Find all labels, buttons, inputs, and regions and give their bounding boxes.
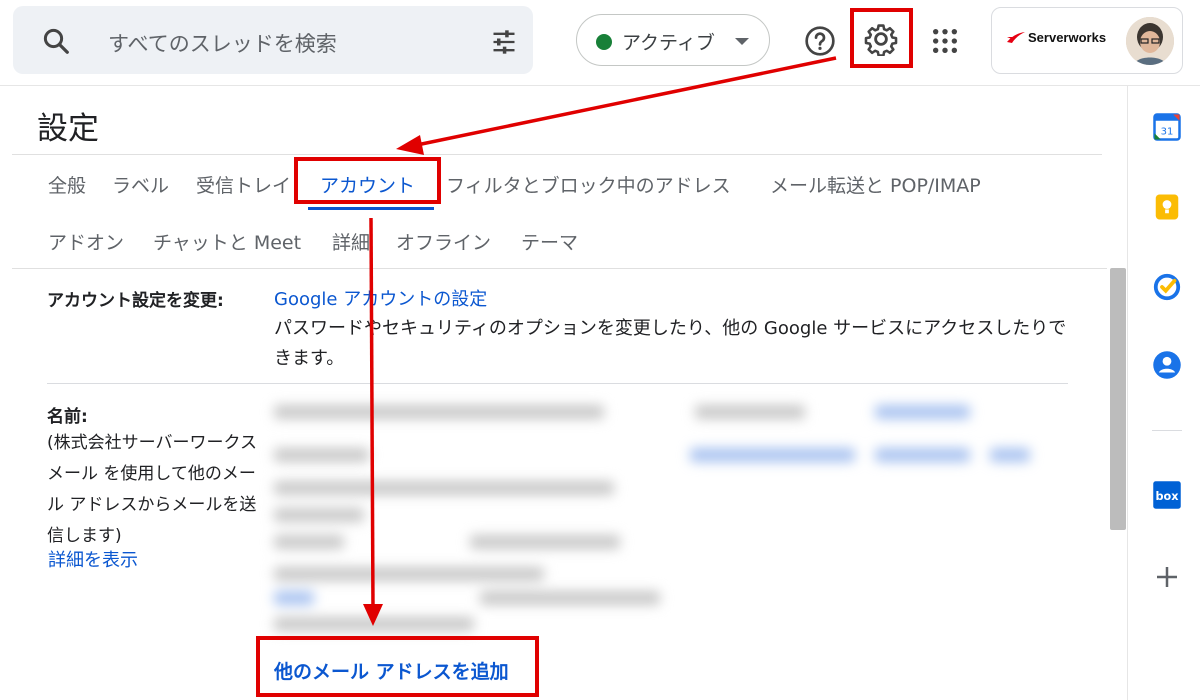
account-switcher[interactable]: Serverworks bbox=[991, 7, 1183, 74]
divider bbox=[12, 154, 1102, 155]
account-settings-description: パスワードやセキュリティのオプションを変更したり、他の Google サービスに… bbox=[274, 318, 1067, 369]
tab-highlight-box bbox=[294, 157, 441, 204]
add-email-address-link[interactable]: 他のメール アドレスを追加 bbox=[274, 657, 509, 684]
search-input[interactable]: すべてのスレッドを検索 bbox=[108, 28, 337, 58]
tab-offline[interactable]: オフライン bbox=[396, 228, 491, 255]
apps-grid-icon[interactable] bbox=[931, 27, 959, 55]
page-title: 設定 bbox=[37, 111, 99, 147]
top-bar: すべてのスレッドを検索 アクティブ Serverworks bbox=[0, 0, 1200, 86]
svg-text:box: box bbox=[1155, 490, 1179, 503]
status-dropdown[interactable]: アクティブ bbox=[576, 14, 770, 66]
tab-forwarding[interactable]: メール転送と POP/IMAP bbox=[770, 171, 981, 198]
keep-icon[interactable] bbox=[1152, 192, 1182, 222]
box-icon[interactable]: box bbox=[1152, 480, 1182, 510]
account-settings-label: アカウント設定を変更: bbox=[47, 291, 224, 311]
search-options-icon[interactable] bbox=[489, 28, 519, 56]
add-icon[interactable] bbox=[1152, 562, 1182, 592]
help-icon[interactable] bbox=[804, 25, 836, 57]
contacts-icon[interactable] bbox=[1152, 350, 1182, 380]
chevron-down-icon bbox=[735, 38, 749, 45]
search-icon[interactable] bbox=[41, 26, 71, 56]
show-details-link[interactable]: 詳細を表示 bbox=[48, 546, 138, 572]
brand-name: Serverworks bbox=[1028, 30, 1107, 45]
tab-general[interactable]: 全般 bbox=[48, 171, 86, 198]
tab-chat-meet[interactable]: チャットと Meet bbox=[153, 228, 301, 255]
calendar-icon[interactable]: 31 bbox=[1152, 112, 1182, 142]
divider bbox=[47, 383, 1068, 384]
status-label: アクティブ bbox=[622, 32, 715, 54]
redacted-addresses bbox=[270, 395, 1050, 635]
brand-swoosh-icon bbox=[1007, 31, 1025, 43]
side-divider bbox=[1152, 430, 1182, 431]
tasks-icon[interactable] bbox=[1152, 272, 1182, 302]
divider bbox=[12, 268, 1107, 269]
search-bar[interactable]: すべてのスレッドを検索 bbox=[13, 6, 533, 74]
name-description: (株式会社サーバーワークス メール を使用して他のメール アドレスからメールを送… bbox=[47, 433, 257, 546]
side-panel: 31 box bbox=[1127, 86, 1200, 700]
status-dot bbox=[596, 34, 612, 50]
tab-themes[interactable]: テーマ bbox=[521, 228, 578, 255]
gear-icon[interactable] bbox=[864, 22, 898, 56]
tab-labels[interactable]: ラベル bbox=[112, 171, 169, 198]
google-account-settings-link[interactable]: Google アカウントの設定 bbox=[274, 285, 487, 311]
brand-logo: Serverworks bbox=[1006, 30, 1106, 45]
name-label: 名前: bbox=[47, 407, 88, 427]
scrollbar-thumb[interactable] bbox=[1110, 268, 1126, 530]
tab-inbox[interactable]: 受信トレイ bbox=[196, 171, 291, 198]
avatar[interactable] bbox=[1126, 17, 1174, 65]
active-tab-indicator bbox=[308, 207, 434, 210]
svg-text:31: 31 bbox=[1161, 127, 1174, 138]
tab-addons[interactable]: アドオン bbox=[48, 228, 124, 255]
tab-filters[interactable]: フィルタとブロック中のアドレス bbox=[446, 171, 731, 198]
tab-advanced[interactable]: 詳細 bbox=[332, 228, 370, 255]
